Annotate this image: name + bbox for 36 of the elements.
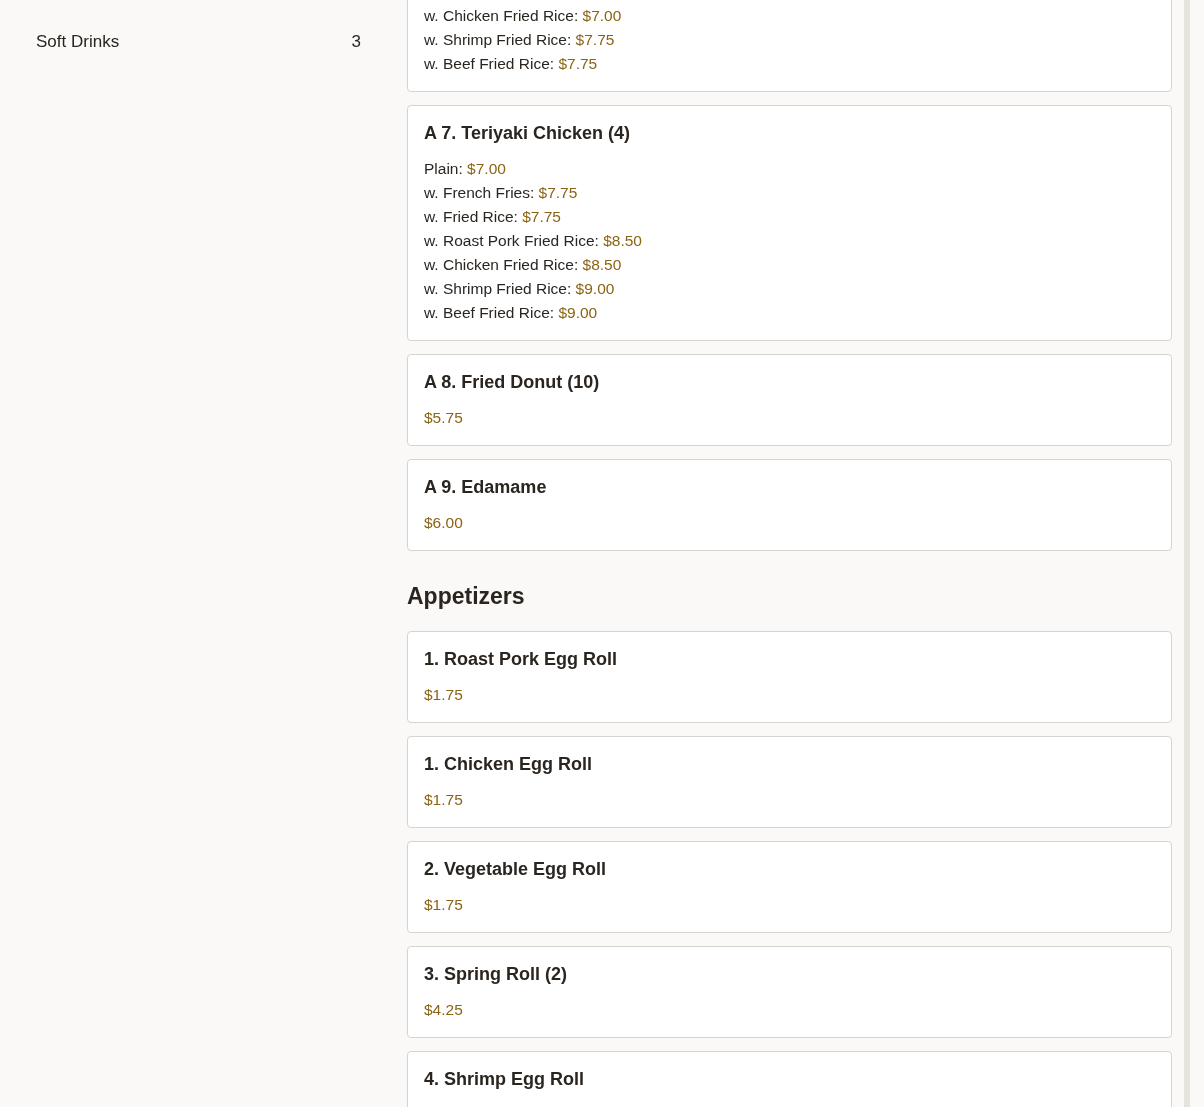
price-option: w. Shrimp Fried Rice: $9.00 [424, 277, 1155, 301]
item-title: A 9. Edamame [424, 476, 548, 499]
price-option: w. French Fries: $7.75 [424, 181, 1155, 205]
menu-item-card[interactable]: 4. Shrimp Egg Roll [407, 1050, 1172, 1107]
category-item[interactable]: Soft Drinks 3 [36, 29, 361, 55]
price-option: w. Shrimp Fried Rice: $7.75 [424, 28, 1155, 52]
item-title: 4. Shrimp Egg Roll [424, 1067, 585, 1091]
item-price: $4.25 [424, 999, 464, 1020]
menu-item-card[interactable]: w. Chicken Fried Rice: $7.00 w. Shrimp Fried Rice: $7.75 w. Beef Fried Rice: $7.75 [407, 0, 1172, 92]
item-price: $1.75 [424, 684, 464, 705]
price-option: w. Beef Fried Rice: $9.00 [424, 301, 1155, 325]
item-price: $1.75 [424, 789, 464, 810]
item-price: $5.75 [424, 408, 464, 428]
menu-item-card[interactable]: 1. Chicken Egg Roll $1.75 [407, 735, 1172, 828]
menu-item-card[interactable]: A 7. Teriyaki Chicken (4) Plain: $7.00 w. French Fries: $7.75 w. Fried Rice: $7.75 w. Roast Pork Fried Rice: $8.50 w. Chicken Fried Rice: $8.50 w. Shrimp Fried Rice: $9.00 w. Beef Fried Rice: $9.00 [407, 105, 1172, 341]
item-title: 3. Spring Roll (2) [424, 962, 568, 986]
item-title: 1. Chicken Egg Roll [424, 752, 594, 776]
price-option: w. Chicken Fried Rice: $7.00 [424, 4, 1155, 28]
item-title: 2. Vegetable Egg Roll [424, 857, 608, 881]
price-option: w. Beef Fried Rice: $7.75 [424, 52, 1155, 76]
item-title: A 7. Teriyaki Chicken (4) [424, 122, 632, 145]
price-option: w. Chicken Fried Rice: $8.50 [424, 253, 1155, 277]
item-title: 1. Roast Pork Egg Roll [424, 647, 619, 671]
menu-item-card[interactable]: 1. Roast Pork Egg Roll $1.75 [407, 630, 1172, 723]
item-title: A 8. Fried Donut (10) [424, 371, 601, 394]
item-price: $6.00 [424, 513, 464, 533]
item-price: $1.75 [424, 894, 464, 915]
menu-item-card[interactable]: A 9. Edamame $6.00 [407, 459, 1172, 551]
menu-item-card[interactable]: A 8. Fried Donut (10) $5.75 [407, 354, 1172, 446]
price-option: Plain: $7.00 [424, 157, 1155, 181]
menu-item-card[interactable]: 2. Vegetable Egg Roll $1.75 [407, 840, 1172, 933]
price-option: w. Roast Pork Fried Rice: $8.50 [424, 229, 1155, 253]
price-option: w. Fried Rice: $7.75 [424, 205, 1155, 229]
section-heading: Appetizers [407, 582, 526, 611]
menu-item-card[interactable]: 3. Spring Roll (2) $4.25 [407, 945, 1172, 1038]
scrollbar[interactable] [1184, 0, 1190, 1107]
